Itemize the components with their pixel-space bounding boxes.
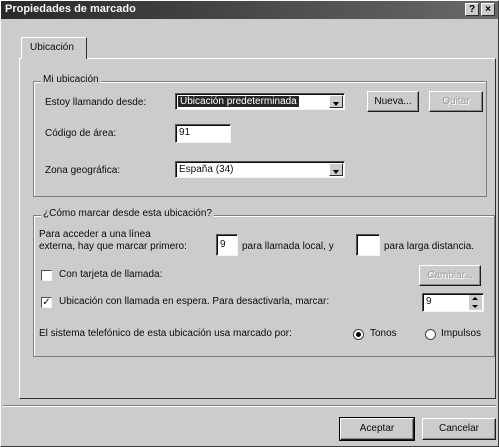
calling-from-select[interactable]: Ubicación predeterminada — [175, 93, 345, 110]
calling-from-label: Estoy llamando desde: — [45, 97, 147, 108]
cancel-label: Cancelar — [438, 423, 480, 434]
change-calling-card-button[interactable]: Cambiar... — [419, 265, 481, 286]
zone-dropdown-icon[interactable] — [329, 163, 343, 176]
calling-from-dropdown-icon[interactable] — [329, 95, 343, 108]
accept-label: Aceptar — [359, 423, 395, 434]
zone-label: Zona geográfica: — [45, 165, 121, 176]
help-button[interactable]: ? — [465, 3, 479, 16]
new-location-button[interactable]: Nueva... — [367, 91, 419, 112]
call-waiting-code-input[interactable]: 9 — [422, 293, 484, 312]
call-waiting-checkbox[interactable]: ✓ — [41, 297, 52, 308]
tab-location-label: Ubicación — [30, 42, 74, 53]
local-prefix-input[interactable]: 9 — [216, 234, 238, 256]
remove-location-button[interactable]: Quitar — [429, 91, 483, 112]
new-location-label: Nueva... — [374, 96, 412, 107]
area-code-value: 91 — [179, 127, 191, 138]
outside-line-label-2: externa, hay que marcar primero: — [39, 241, 187, 252]
local-call-label: para llamada local, y — [242, 241, 334, 252]
calling-card-label: Con tarjeta de llamada: — [59, 269, 163, 280]
area-code-input[interactable]: 91 — [175, 124, 231, 143]
my-location-legend: Mi ubicación — [41, 74, 101, 85]
long-distance-label: para larga distancia. — [384, 241, 475, 252]
area-code-label: Código de área: — [45, 128, 117, 139]
tone-dialing-label: Tonos — [370, 328, 397, 339]
long-distance-prefix-input[interactable] — [356, 234, 380, 256]
pulse-dialing-label: Impulsos — [441, 328, 482, 339]
zone-select[interactable]: España (34) — [175, 161, 345, 178]
change-calling-card-label: Cambiar... — [427, 270, 473, 281]
footer-separator — [3, 405, 496, 407]
accept-button[interactable]: Aceptar — [339, 417, 415, 441]
dialing-properties-window: Propiedades de marcado ? × Ubicación Mi … — [0, 0, 499, 447]
calling-from-value: Ubicación predeterminada — [178, 96, 299, 107]
close-button[interactable]: × — [481, 3, 495, 16]
tone-dialing-radio[interactable] — [353, 329, 364, 340]
how-to-dial-legend: ¿Cómo marcar desde esta ubicación? — [41, 208, 214, 219]
call-waiting-dropdown-icon[interactable] — [468, 295, 482, 310]
pulse-dialing-radio[interactable] — [425, 329, 436, 340]
zone-value: España (34) — [179, 164, 234, 175]
remove-location-label: Quitar — [442, 96, 470, 107]
local-prefix-value: 9 — [220, 239, 226, 250]
calling-card-checkbox[interactable] — [41, 270, 52, 281]
outside-line-label-1: Para acceder a una línea — [39, 229, 151, 240]
call-waiting-code-value: 9 — [426, 296, 432, 307]
title-bar[interactable]: Propiedades de marcado ? × — [1, 1, 498, 19]
cancel-button[interactable]: Cancelar — [422, 418, 496, 440]
window-title: Propiedades de marcado — [5, 3, 136, 15]
tab-location[interactable]: Ubicación — [21, 37, 87, 59]
call-waiting-label: Ubicación con llamada en espera. Para de… — [59, 296, 330, 307]
dial-mode-label: El sistema telefónico de esta ubicación … — [39, 328, 292, 339]
